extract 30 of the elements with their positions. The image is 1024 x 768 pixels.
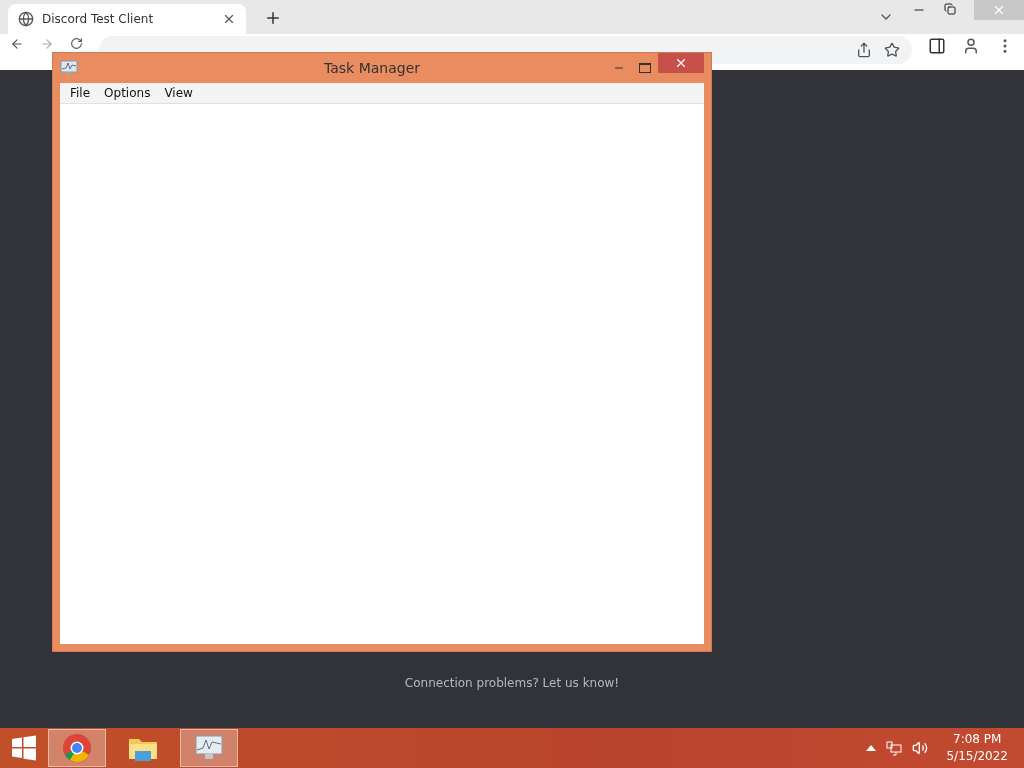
clock-date: 5/15/2022 xyxy=(946,748,1008,765)
menu-item[interactable]: View xyxy=(158,86,199,100)
speaker-icon[interactable] xyxy=(912,740,929,756)
caret-up-icon[interactable] xyxy=(866,745,877,751)
close-icon[interactable] xyxy=(222,12,236,26)
windows-icon xyxy=(11,735,37,761)
window-title: Task Manager xyxy=(323,60,421,76)
close-icon xyxy=(992,3,1006,17)
taskbar-app[interactable] xyxy=(48,729,106,767)
star-icon[interactable] xyxy=(884,42,900,58)
share-icon[interactable] xyxy=(856,42,872,58)
menu-item[interactable]: File xyxy=(64,86,97,100)
side-panel-icon[interactable] xyxy=(928,37,946,55)
taskbar-app[interactable] xyxy=(180,729,238,767)
close-icon xyxy=(674,56,688,70)
chrome-icon xyxy=(62,733,92,763)
browser-tab[interactable]: Discord Test Client xyxy=(8,4,246,34)
avatar-icon[interactable] xyxy=(962,37,980,55)
tab-title: Discord Test Client xyxy=(42,12,155,26)
menu-item[interactable]: Options xyxy=(98,86,157,100)
clock-time: 7:08 PM xyxy=(953,731,1002,748)
reload-icon[interactable] xyxy=(70,37,83,50)
connection-text: Connection problems? Let us know! xyxy=(404,676,620,690)
network-icon[interactable] xyxy=(886,740,903,756)
restore-icon[interactable] xyxy=(944,3,956,15)
monitor-graph-icon xyxy=(60,60,78,76)
globe-icon xyxy=(18,11,34,27)
maximize-icon xyxy=(639,63,651,73)
new-tab-icon[interactable] xyxy=(264,9,282,27)
back-icon[interactable] xyxy=(10,37,24,51)
